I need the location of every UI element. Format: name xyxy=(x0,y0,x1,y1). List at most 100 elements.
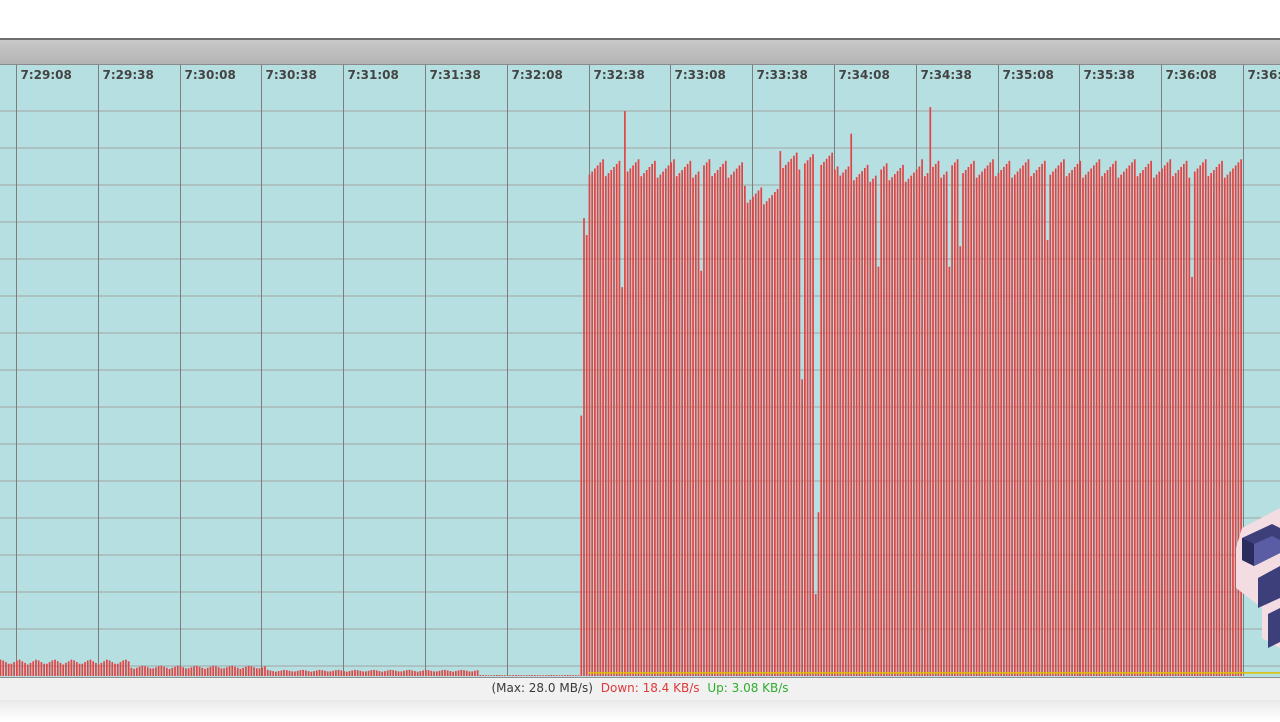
download-bar xyxy=(733,171,735,676)
download-bar xyxy=(834,169,836,676)
download-bar xyxy=(588,174,591,677)
download-bar xyxy=(1199,165,1202,677)
download-bar xyxy=(176,665,179,676)
download-bar xyxy=(1073,166,1076,676)
download-bar xyxy=(299,670,302,676)
download-bar xyxy=(594,168,596,677)
download-bar xyxy=(1120,174,1122,677)
download-bar xyxy=(970,163,973,676)
download-bar xyxy=(858,174,861,677)
download-bar xyxy=(863,167,866,676)
download-bar xyxy=(877,266,880,676)
download-bar xyxy=(255,668,258,676)
download-bar xyxy=(127,661,130,676)
time-tick-label: 7:31:08 xyxy=(348,68,399,82)
download-bar xyxy=(746,202,749,676)
download-bar xyxy=(362,671,364,676)
download-bar xyxy=(1101,176,1103,676)
download-bar xyxy=(558,675,561,676)
download-bar xyxy=(45,663,48,676)
download-bar xyxy=(724,160,727,676)
download-bar xyxy=(577,675,580,676)
download-bar xyxy=(929,107,932,677)
download-bar xyxy=(844,169,847,676)
download-bar xyxy=(547,675,550,676)
download-bar xyxy=(114,663,116,676)
download-bar xyxy=(1022,165,1024,677)
download-bar xyxy=(659,174,662,677)
download-bar xyxy=(21,661,24,676)
download-bar xyxy=(697,171,700,676)
download-bar xyxy=(1172,176,1174,676)
download-bar xyxy=(607,173,610,676)
download-bar xyxy=(793,155,795,676)
download-bar xyxy=(108,660,111,676)
download-bar xyxy=(258,668,261,676)
download-bar xyxy=(967,166,970,676)
download-bar xyxy=(812,154,814,676)
download-bar xyxy=(703,165,705,677)
download-bar xyxy=(291,671,294,676)
download-bar xyxy=(305,670,307,676)
download-bar xyxy=(959,246,962,676)
download-bar xyxy=(973,160,975,676)
download-bar xyxy=(1117,177,1120,676)
download-bar xyxy=(354,669,356,676)
download-bar xyxy=(913,172,915,676)
download-bar xyxy=(242,667,245,676)
download-bar xyxy=(776,188,779,676)
download-bar xyxy=(874,175,877,676)
download-bar xyxy=(324,670,326,676)
download-bar xyxy=(386,670,389,676)
download-bar xyxy=(135,667,138,676)
download-bar xyxy=(550,674,553,676)
download-bar xyxy=(373,669,375,676)
download-bar xyxy=(1071,170,1073,676)
download-bar xyxy=(476,670,479,676)
status-bar: (Max: 28.0 MB/s) Down: 18.4 KB/s Up: 3.0… xyxy=(0,677,1280,701)
download-bar xyxy=(479,674,482,676)
upload-rate: Up: 3.08 KB/s xyxy=(707,681,789,695)
download-bar xyxy=(236,667,239,676)
download-bar xyxy=(956,159,959,676)
download-bar xyxy=(634,162,637,677)
download-bar xyxy=(217,667,220,676)
download-bar xyxy=(618,160,621,676)
download-bar xyxy=(1125,168,1128,677)
download-bar xyxy=(765,201,768,677)
download-bar xyxy=(888,180,891,676)
download-bar xyxy=(662,171,664,676)
download-bar xyxy=(465,670,468,676)
download-bar xyxy=(285,670,288,676)
download-bar xyxy=(820,164,823,676)
download-bar xyxy=(495,674,498,676)
download-bar xyxy=(705,162,708,677)
download-bar xyxy=(629,168,632,677)
download-bar xyxy=(675,176,678,676)
download-bar xyxy=(585,234,588,677)
time-tick-label: 7:30:08 xyxy=(185,68,236,82)
download-bar xyxy=(296,670,299,676)
download-bar xyxy=(5,662,7,676)
download-bar xyxy=(155,667,157,676)
download-bar xyxy=(1226,174,1229,677)
download-bar xyxy=(1082,177,1084,676)
download-bar xyxy=(711,176,713,676)
download-bar xyxy=(59,662,62,676)
download-bar xyxy=(1043,160,1046,676)
max-rate: (Max: 28.0 MB/s) xyxy=(491,681,593,695)
download-bar xyxy=(667,165,670,677)
download-bar xyxy=(694,174,697,677)
download-bar xyxy=(283,669,285,676)
download-bar xyxy=(904,181,907,677)
download-bar xyxy=(855,177,858,676)
download-bar xyxy=(1169,159,1172,676)
download-bar xyxy=(534,675,536,676)
download-bar xyxy=(400,671,403,676)
download-bar xyxy=(133,668,135,676)
download-bar xyxy=(138,666,141,676)
download-bar xyxy=(978,174,981,677)
time-tick-label: 7:34:08 xyxy=(839,68,890,82)
download-bar xyxy=(103,661,105,676)
download-bar xyxy=(201,667,204,676)
